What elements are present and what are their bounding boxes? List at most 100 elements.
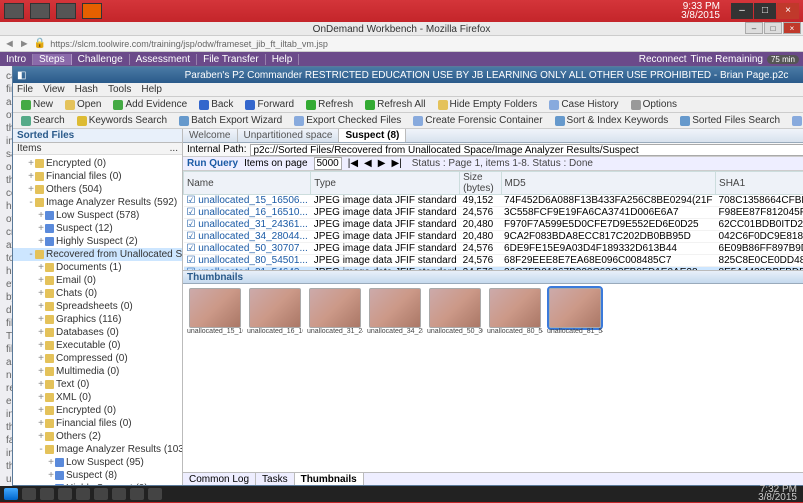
menu-file[interactable]: File: [17, 84, 33, 95]
tab-steps[interactable]: Steps: [33, 54, 72, 65]
search-button[interactable]: Search: [17, 114, 69, 127]
taskbar-app-2[interactable]: [30, 3, 50, 19]
tree-node[interactable]: +Highly Suspect (0): [13, 482, 182, 485]
start-button[interactable]: [4, 488, 18, 500]
menu-view[interactable]: View: [43, 84, 65, 95]
ff-close[interactable]: ×: [783, 22, 801, 34]
tree-node[interactable]: +Email (0): [13, 274, 182, 287]
thumbnail[interactable]: unallocated_81_54643_6.jpg: [547, 288, 603, 468]
tab-unpartitioned[interactable]: Unpartitioned space: [238, 129, 340, 142]
refresh-all-button[interactable]: Refresh All: [361, 98, 429, 111]
os-close-button[interactable]: ×: [777, 3, 799, 19]
os-min-button[interactable]: –: [731, 3, 753, 19]
ff-max[interactable]: □: [764, 22, 782, 34]
tab-filetransfer[interactable]: File Transfer: [197, 54, 266, 65]
nav-prev-icon[interactable]: ◀: [364, 158, 372, 169]
menu-hash[interactable]: Hash: [75, 84, 98, 95]
back-button[interactable]: Back: [195, 98, 237, 111]
tree-node[interactable]: +Low Suspect (95): [13, 456, 182, 469]
generate-report-button[interactable]: Generate Report: [788, 114, 803, 127]
tree-node[interactable]: +Suspect (12): [13, 222, 182, 235]
col-sha1[interactable]: SHA1: [716, 172, 803, 195]
case-history-button[interactable]: Case History: [545, 98, 622, 111]
tree-node[interactable]: +Others (504): [13, 183, 182, 196]
tree-view[interactable]: +Encrypted (0)+Financial files (0)+Other…: [13, 155, 182, 485]
tree-node[interactable]: +Documents (1): [13, 261, 182, 274]
taskbar-item-4[interactable]: [76, 488, 90, 500]
menu-help[interactable]: Help: [141, 84, 162, 95]
thumbnail[interactable]: unallocated_15_16506_12...: [187, 288, 243, 468]
taskbar-item-5[interactable]: [94, 488, 108, 500]
thumbnail[interactable]: unallocated_80_54501_6.jpg: [487, 288, 543, 468]
tab-common-log[interactable]: Common Log: [183, 473, 256, 485]
tree-node[interactable]: +Others (2): [13, 430, 182, 443]
tree-node[interactable]: +Encrypted (0): [13, 404, 182, 417]
table-row[interactable]: ☑ unallocated_16_16510...JPEG image data…: [184, 207, 803, 219]
tab-suspect[interactable]: Suspect (8): [339, 129, 406, 142]
taskbar-app-3[interactable]: [56, 3, 76, 19]
reconnect-button[interactable]: Reconnect: [639, 54, 687, 65]
col-type[interactable]: Type: [311, 172, 460, 195]
taskbar-item-6[interactable]: [112, 488, 126, 500]
col-size[interactable]: Size (bytes): [460, 172, 501, 195]
tree-node[interactable]: -Image Analyzer Results (592): [13, 196, 182, 209]
taskbar-item-8[interactable]: [148, 488, 162, 500]
batch-export-button[interactable]: Batch Export Wizard: [175, 114, 286, 127]
tab-welcome[interactable]: Welcome: [183, 129, 238, 142]
tree-search[interactable]: ...: [170, 143, 178, 154]
thumbnail[interactable]: unallocated_31_24361_5.jpg: [307, 288, 363, 468]
new-button[interactable]: New: [17, 98, 57, 111]
table-row[interactable]: ☑ unallocated_34_28044...JPEG image data…: [184, 231, 803, 243]
taskbar-firefox[interactable]: [82, 3, 102, 19]
tree-node[interactable]: -Recovered from Unallocated Space (119): [13, 248, 182, 261]
tree-node[interactable]: +Graphics (116): [13, 313, 182, 326]
tree-node[interactable]: +Financial files (0): [13, 417, 182, 430]
tree-node[interactable]: -Image Analyzer Results (103): [13, 443, 182, 456]
forensic-container-button[interactable]: Create Forensic Container: [409, 114, 546, 127]
taskbar-item-2[interactable]: [40, 488, 54, 500]
path-field[interactable]: p2c://Sorted Files/Recovered from Unallo…: [250, 144, 803, 156]
tree-node[interactable]: +Spreadsheets (0): [13, 300, 182, 313]
sort-index-button[interactable]: Sort & Index Keywords: [551, 114, 673, 127]
tab-help[interactable]: Help: [266, 54, 300, 65]
back-icon[interactable]: ◄: [4, 38, 15, 50]
table-row[interactable]: ☑ unallocated_15_16506...JPEG image data…: [184, 195, 803, 207]
address-bar[interactable]: https://slcm.toolwire.com/training/jsp/o…: [50, 39, 799, 49]
table-row[interactable]: ☑ unallocated_31_24361...JPEG image data…: [184, 219, 803, 231]
forward-icon[interactable]: ►: [19, 38, 30, 50]
export-checked-button[interactable]: Export Checked Files: [290, 114, 405, 127]
tree-node[interactable]: +Encrypted (0): [13, 157, 182, 170]
tab-intro[interactable]: Intro: [0, 54, 33, 65]
tree-node[interactable]: +Databases (0): [13, 326, 182, 339]
tree-node[interactable]: +Financial files (0): [13, 170, 182, 183]
taskbar-app-1[interactable]: [4, 3, 24, 19]
keyword-search-button[interactable]: Keywords Search: [73, 114, 171, 127]
items-per-page-value[interactable]: 5000: [314, 157, 342, 170]
tree-node[interactable]: +Executable (0): [13, 339, 182, 352]
menu-tools[interactable]: Tools: [108, 84, 131, 95]
table-row[interactable]: ☑ unallocated_50_30707...JPEG image data…: [184, 243, 803, 255]
forward-button[interactable]: Forward: [241, 98, 298, 111]
taskbar-item-3[interactable]: [58, 488, 72, 500]
thumbnail[interactable]: unallocated_34_28044_5.jpg: [367, 288, 423, 468]
nav-next-icon[interactable]: ▶: [378, 158, 386, 169]
sorted-files-search-button[interactable]: Sorted Files Search: [676, 114, 784, 127]
col-name[interactable]: Name: [184, 172, 311, 195]
tab-tasks[interactable]: Tasks: [256, 473, 295, 485]
options-button[interactable]: Options: [627, 98, 681, 111]
tree-node[interactable]: +Compressed (0): [13, 352, 182, 365]
tree-node[interactable]: +XML (0): [13, 391, 182, 404]
tree-node[interactable]: +Highly Suspect (2): [13, 235, 182, 248]
refresh-button[interactable]: Refresh: [302, 98, 357, 111]
nav-last-icon[interactable]: ▶|: [391, 158, 401, 169]
ff-min[interactable]: –: [745, 22, 763, 34]
taskbar-item-7[interactable]: [130, 488, 144, 500]
tab-thumbnails[interactable]: Thumbnails: [295, 473, 364, 485]
taskbar-item-1[interactable]: [22, 488, 36, 500]
table-row[interactable]: ☑ unallocated_80_54501...JPEG image data…: [184, 255, 803, 267]
nav-first-icon[interactable]: |◀: [348, 158, 358, 169]
tree-node[interactable]: +Low Suspect (578): [13, 209, 182, 222]
file-grid[interactable]: Name Type Size (bytes) MD5 SHA1 Creation…: [183, 171, 803, 271]
tree-node[interactable]: +Chats (0): [13, 287, 182, 300]
thumbnail[interactable]: unallocated_16_16510_9.jpg: [247, 288, 303, 468]
